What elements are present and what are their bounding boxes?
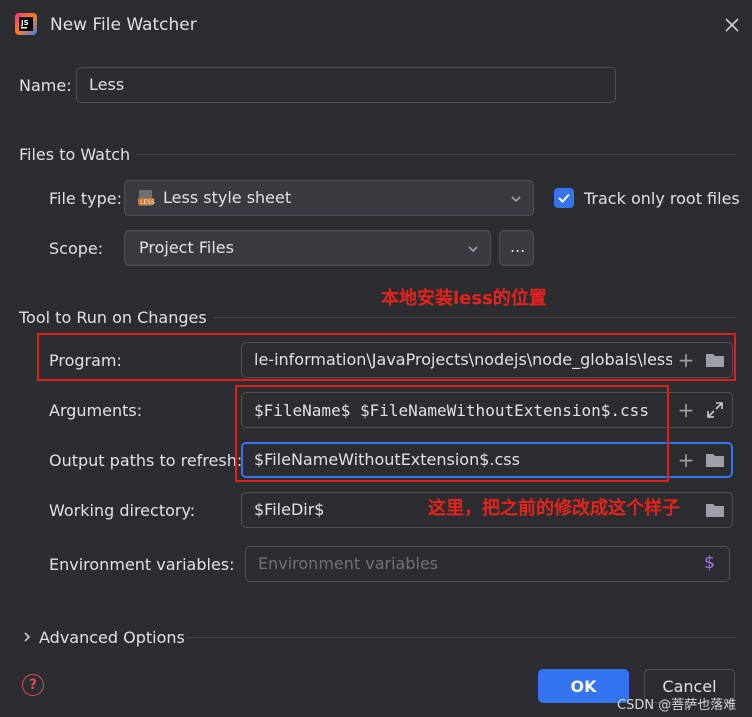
help-icon[interactable]: ?	[22, 674, 44, 696]
scope-value: Project Files	[139, 238, 234, 257]
chevron-right-icon[interactable]	[20, 629, 34, 643]
tool-heading: Tool to Run on Changes	[19, 308, 207, 327]
output-paths-label: Output paths to refresh:	[49, 451, 243, 470]
ok-button[interactable]: OK	[538, 669, 629, 703]
scope-label: Scope:	[49, 239, 104, 258]
folder-icon[interactable]	[705, 501, 725, 519]
annotation-top: 本地安装less的位置	[381, 288, 547, 309]
chevron-down-icon	[466, 241, 480, 255]
env-vars-label: Environment variables:	[49, 555, 235, 574]
name-label: Name:	[19, 76, 72, 95]
svg-text:JS: JS	[20, 19, 29, 27]
add-icon[interactable]: +	[674, 448, 698, 472]
scope-dropdown[interactable]: Project Files	[124, 230, 491, 266]
track-root-label[interactable]: Track only root files	[584, 189, 740, 208]
svg-text:LESS: LESS	[140, 199, 155, 206]
args-output-highlight-box	[235, 385, 669, 482]
file-type-value: Less style sheet	[163, 188, 292, 207]
checkmark-icon	[558, 193, 570, 203]
arguments-label: Arguments:	[49, 401, 143, 420]
track-root-checkbox[interactable]	[554, 188, 574, 208]
files-to-watch-divider	[136, 154, 736, 155]
annotation-bottom: 这里，把之前的修改成这个样子	[428, 498, 680, 519]
file-type-label: File type:	[49, 189, 122, 208]
folder-icon[interactable]	[705, 451, 725, 469]
env-vars-input[interactable]: Environment variables $	[245, 546, 730, 582]
cancel-label: Cancel	[662, 676, 717, 696]
expand-icon[interactable]	[706, 401, 724, 419]
file-type-dropdown[interactable]: LESS Less style sheet	[124, 180, 534, 216]
close-icon[interactable]	[722, 15, 742, 35]
window-title: New File Watcher	[50, 15, 197, 35]
advanced-divider	[186, 637, 736, 638]
chevron-down-icon	[509, 191, 523, 205]
working-dir-value: $FileDir$	[254, 500, 325, 519]
tool-divider	[214, 317, 736, 318]
dollar-icon[interactable]: $	[704, 553, 715, 573]
program-highlight-box	[37, 333, 736, 381]
help-glyph: ?	[28, 677, 38, 693]
advanced-options-toggle[interactable]: Advanced Options	[39, 628, 185, 647]
scope-more-label: ...	[510, 237, 526, 256]
less-file-icon: LESS	[137, 189, 155, 207]
name-input[interactable]: Less	[76, 67, 616, 103]
scope-more-button[interactable]: ...	[499, 230, 534, 266]
files-to-watch-heading: Files to Watch	[19, 145, 131, 164]
add-icon[interactable]: +	[674, 398, 698, 422]
watermark: CSDN @菩萨也落难	[617, 698, 737, 713]
working-dir-label: Working directory:	[49, 501, 196, 520]
ok-label: OK	[570, 676, 597, 696]
env-vars-placeholder: Environment variables	[258, 554, 439, 573]
name-value: Less	[89, 75, 125, 94]
app-logo-icon: JS	[15, 13, 37, 35]
